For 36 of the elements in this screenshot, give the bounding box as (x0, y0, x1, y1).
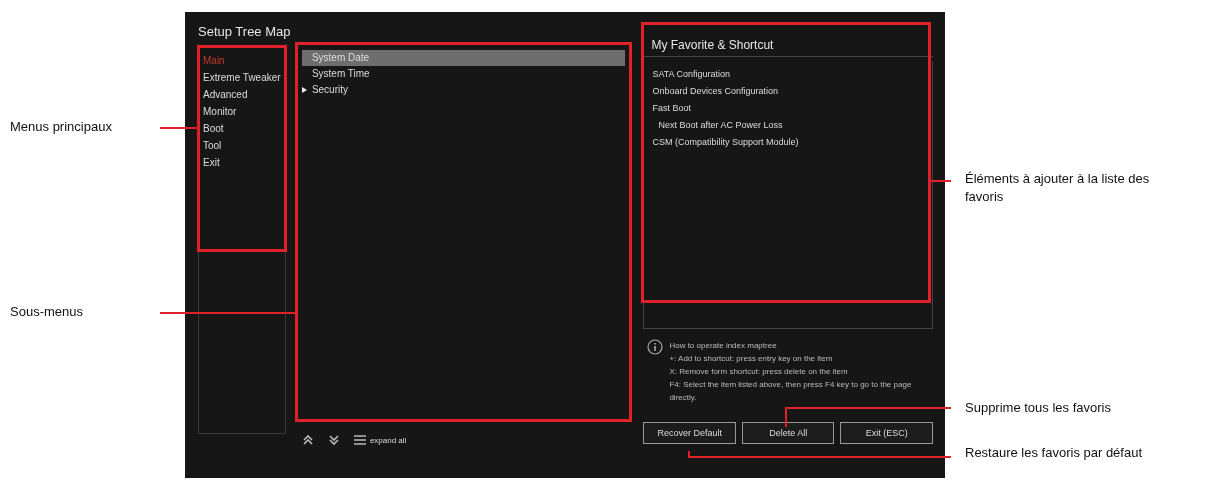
expand-icon[interactable] (327, 434, 340, 446)
main-menu-item[interactable]: Tool (203, 137, 285, 154)
favorite-item[interactable]: SATA Configuration (652, 66, 924, 83)
collapse-all-icon[interactable] (301, 434, 314, 446)
favorite-item[interactable]: Onboard Devices Configuration (652, 83, 924, 100)
bios-button[interactable]: Recover Default (643, 422, 736, 444)
favorite-item[interactable]: Next Boot after AC Power Loss (652, 117, 924, 134)
main-menu-item[interactable]: Advanced (203, 86, 285, 103)
list-icon (353, 435, 366, 445)
submenu-item[interactable]: System Date (301, 50, 626, 66)
main-menu-item[interactable]: Boot (203, 120, 285, 137)
main-menu-item[interactable]: Extreme Tweaker (203, 69, 285, 86)
help-text: +: Add to shortcut: press entry key on the item (669, 353, 834, 365)
favorite-item[interactable]: CSM (Compatibility Support Module) (652, 134, 924, 151)
callout-label: Éléments à ajouter à la liste des favoris (965, 170, 1151, 206)
bios-button[interactable]: Delete All (741, 422, 835, 444)
favorite-item[interactable]: Fast Boot (652, 100, 924, 117)
expand-all-link[interactable]: expand all (369, 435, 407, 445)
main-menu-item[interactable]: Exit (203, 154, 285, 171)
expand-arrow-icon (301, 87, 307, 93)
callout-label: Sous-menus (10, 303, 83, 321)
leader-line (931, 180, 951, 182)
callout-label: Menus principaux (10, 118, 112, 136)
callout-label: Restaure les favoris par défaut (965, 444, 1144, 462)
callout-label: Supprime tous les favoris (965, 399, 1112, 417)
screen-title: Setup Tree Map (198, 24, 292, 41)
help-text: How to operate index maptree (669, 340, 778, 352)
favorites-title: My Favorite & Shortcut (643, 34, 933, 57)
help-text: X: Remove form shortcut: press delete on the item (669, 366, 849, 378)
leader-line (160, 127, 197, 129)
main-menu-item[interactable]: Monitor (203, 103, 285, 120)
submenu-item[interactable]: Security (301, 82, 626, 98)
info-icon (647, 339, 664, 355)
bios-button[interactable]: Exit (ESC) (840, 422, 933, 444)
help-text: F4: Select the item listed above, then press F4 key to go to the page directly. (669, 379, 913, 404)
submenu-item[interactable]: System Time (301, 66, 626, 82)
